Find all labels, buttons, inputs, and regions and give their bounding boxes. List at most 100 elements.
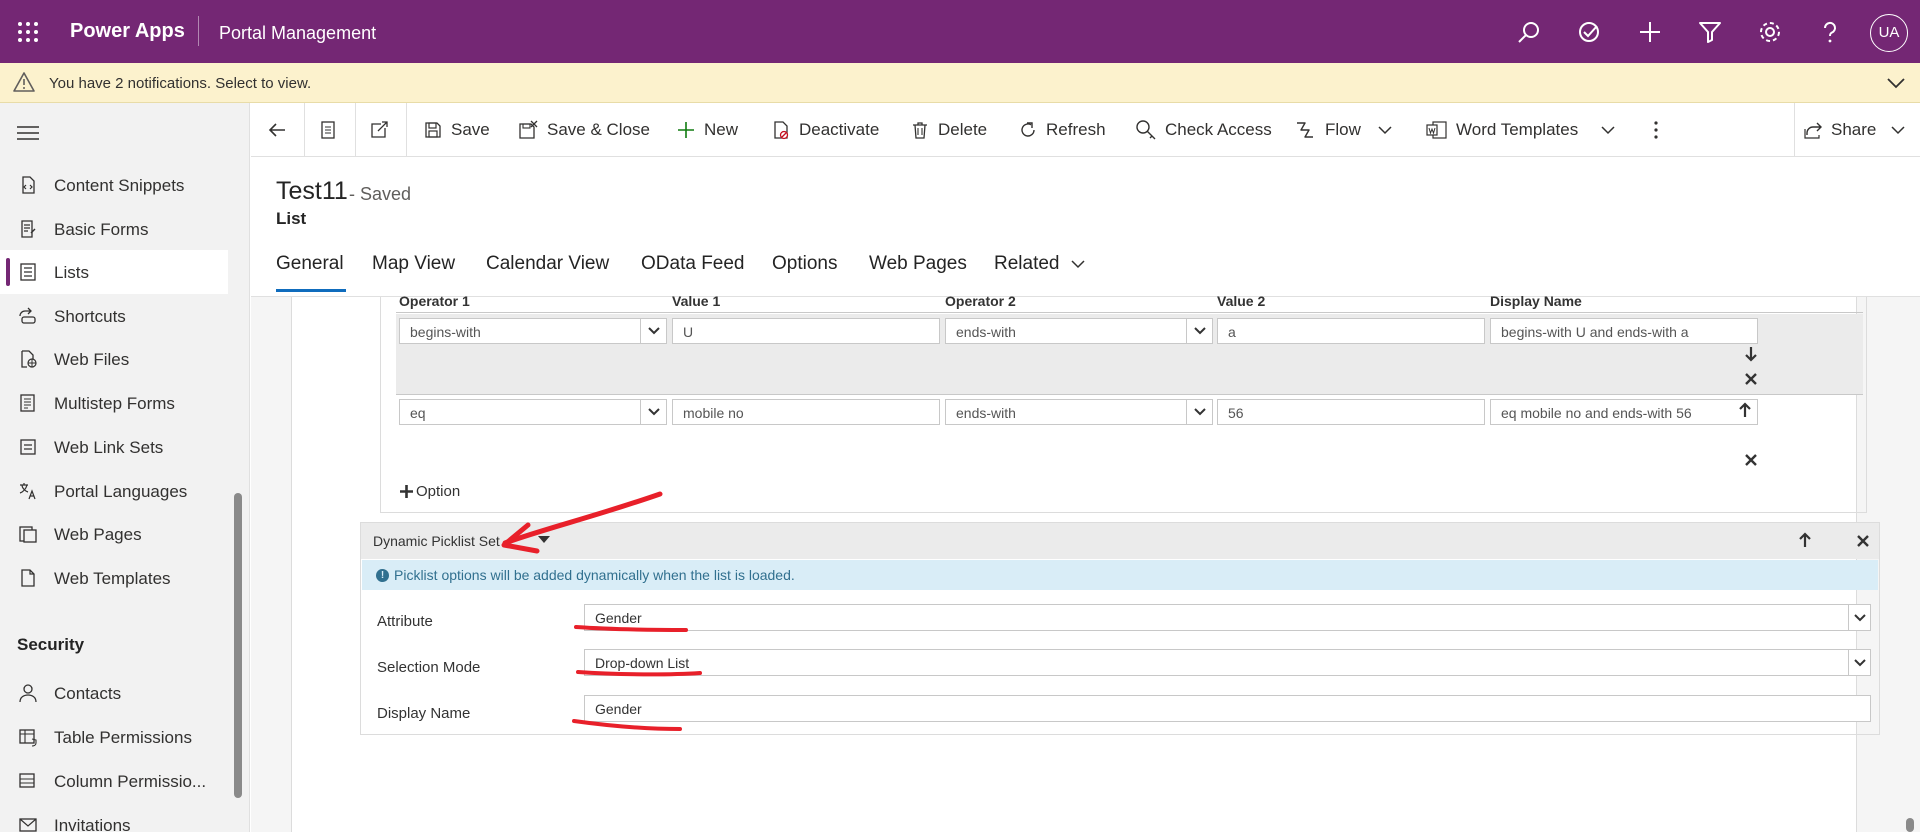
close-icon[interactable] (1744, 372, 1758, 386)
app-launcher-icon[interactable] (16, 20, 40, 44)
value-1-input[interactable]: mobile no (672, 399, 940, 425)
delete-button[interactable]: Delete (910, 103, 987, 157)
picklist-header: Dynamic Picklist Set (361, 523, 1879, 559)
operator-1-select[interactable]: eq (399, 399, 667, 425)
add-icon[interactable] (1637, 19, 1663, 45)
new-button[interactable]: New (676, 103, 738, 157)
sidebar-item-web-files[interactable]: Web Files (0, 337, 228, 381)
operator-1-select[interactable]: begins-with (399, 318, 667, 344)
word-templates-button[interactable]: Word Templates (1426, 103, 1578, 157)
share-button[interactable]: Share (1803, 103, 1906, 157)
invitation-icon (19, 818, 37, 832)
tab-options[interactable]: Options (772, 253, 837, 275)
record-title: Test11 (276, 177, 348, 205)
arrow-up-icon[interactable] (1798, 532, 1812, 548)
search-icon[interactable] (1516, 19, 1542, 45)
add-option-button[interactable]: Option (400, 483, 460, 500)
notification-bar[interactable]: You have 2 notifications. Select to view… (0, 63, 1920, 103)
flow-dropdown-button[interactable] (1377, 103, 1393, 157)
tab-odata-feed[interactable]: OData Feed (641, 253, 745, 275)
picklist-title: Dynamic Picklist Set (373, 533, 500, 549)
hamburger-menu-icon[interactable] (17, 125, 39, 141)
caret-down-icon[interactable] (538, 536, 550, 544)
attribute-select[interactable]: Gender (584, 604, 1871, 631)
record-header: Test11 - Saved List General Map View Cal… (251, 157, 1920, 297)
word-templates-dropdown-button[interactable] (1600, 103, 1616, 157)
form-view-button[interactable] (318, 103, 338, 157)
filter-icon[interactable] (1697, 19, 1723, 45)
display-name-label: Display Name (377, 705, 471, 722)
picklist-display-name-input[interactable]: Gender (584, 695, 1871, 722)
language-icon (19, 483, 36, 500)
sidebar-item-content-snippets[interactable]: Content Snippets (0, 163, 228, 207)
attribute-label: Attribute (377, 613, 433, 630)
chevron-down-icon (1853, 613, 1866, 621)
tab-general[interactable]: General (276, 253, 344, 275)
more-commands-button[interactable] (1653, 103, 1659, 157)
chevron-down-icon[interactable] (1890, 122, 1906, 138)
operator-1-value: eq (410, 405, 426, 421)
value-2-input[interactable]: 56 (1217, 399, 1485, 425)
value-2-input[interactable]: a (1217, 318, 1485, 344)
settings-gear-icon[interactable] (1757, 19, 1783, 45)
picklist-info-text: Picklist options will be added dynamical… (394, 567, 795, 583)
sidebar-item-basic-forms[interactable]: Basic Forms (0, 207, 228, 251)
tab-related[interactable]: Related (994, 253, 1086, 275)
operator-2-select[interactable]: ends-with (945, 318, 1213, 344)
shortcut-icon (19, 307, 36, 324)
selection-mode-select[interactable]: Drop-down List (584, 649, 1871, 676)
sidebar-item-lists[interactable]: Lists (0, 250, 228, 294)
display-name-input[interactable]: begins-with U and ends-with a (1490, 318, 1758, 344)
notification-text[interactable]: You have 2 notifications. Select to view… (49, 75, 311, 92)
deactivate-button[interactable]: Deactivate (771, 103, 879, 157)
sidebar-item-contacts[interactable]: Contacts (0, 671, 228, 715)
chevron-down-icon (647, 327, 660, 335)
list-icon (20, 263, 36, 281)
sidebar-item-column-permissions[interactable]: Column Permissio... (0, 759, 228, 803)
column-header-display-name: Display Name (1490, 293, 1582, 309)
tab-map-view[interactable]: Map View (372, 253, 455, 275)
task-icon[interactable] (1576, 19, 1602, 45)
person-icon (19, 684, 37, 703)
chevron-down-icon (1070, 260, 1085, 269)
tab-web-pages[interactable]: Web Pages (869, 253, 967, 275)
app-name[interactable]: Portal Management (219, 23, 376, 44)
open-new-window-button[interactable] (369, 103, 389, 157)
check-access-button[interactable]: Check Access (1135, 103, 1272, 157)
sidebar-item-shortcuts[interactable]: Shortcuts (0, 294, 228, 338)
sidebar-section-security: Security (17, 635, 85, 654)
display-name-input[interactable]: eq mobile no and ends-with 56 (1490, 399, 1758, 425)
chevron-down-icon[interactable] (1885, 73, 1907, 93)
sidebar-item-web-link-sets[interactable]: Web Link Sets (0, 425, 228, 469)
save-button[interactable]: Save (423, 103, 490, 157)
close-icon[interactable] (1856, 534, 1870, 548)
save-close-button[interactable]: Save & Close (517, 103, 650, 157)
help-icon[interactable] (1817, 19, 1843, 45)
top-bar: Power Apps Portal Management UA (0, 0, 1920, 63)
operator-2-select[interactable]: ends-with (945, 399, 1213, 425)
refresh-button[interactable]: Refresh (1018, 103, 1106, 157)
sidebar-item-invitations[interactable]: Invitations (0, 803, 228, 832)
sidebar-scrollbar[interactable] (234, 493, 242, 798)
page-scrollbar[interactable] (1906, 818, 1914, 832)
flow-label: Flow (1325, 120, 1361, 139)
sidebar-item-web-templates[interactable]: Web Templates (0, 556, 228, 600)
sidebar-item-table-permissions[interactable]: Table Permissions (0, 715, 228, 759)
tab-calendar-view[interactable]: Calendar View (486, 253, 609, 275)
arrow-up-icon[interactable] (1738, 402, 1752, 418)
flow-button[interactable]: Flow (1295, 103, 1361, 157)
arrow-down-icon[interactable] (1744, 346, 1758, 362)
user-avatar[interactable]: UA (1870, 14, 1908, 52)
sidebar-item-portal-languages[interactable]: Portal Languages (0, 469, 228, 513)
value-1-input[interactable]: U (672, 318, 940, 344)
share-label: Share (1831, 120, 1877, 139)
refresh-label: Refresh (1046, 120, 1106, 139)
sidebar-item-multistep-forms[interactable]: Multistep Forms (0, 381, 228, 425)
brand-name[interactable]: Power Apps (70, 20, 185, 43)
close-icon[interactable] (1744, 453, 1758, 467)
sidebar-item-web-pages[interactable]: Web Pages (0, 512, 228, 556)
picklist-info-message: ! Picklist options will be added dynamic… (362, 560, 1878, 590)
operator-2-value: ends-with (956, 405, 1016, 421)
chevron-down-icon (1853, 658, 1866, 666)
back-button[interactable] (267, 103, 287, 157)
